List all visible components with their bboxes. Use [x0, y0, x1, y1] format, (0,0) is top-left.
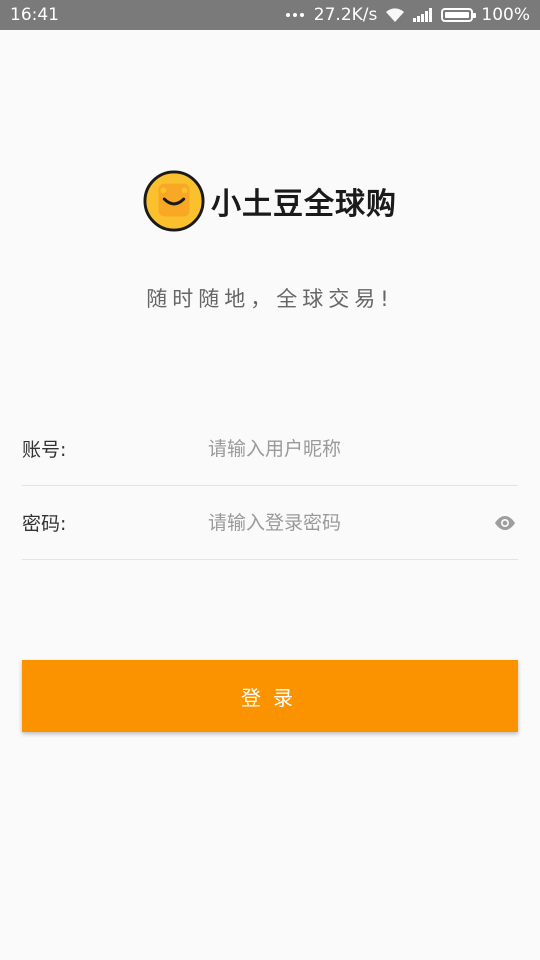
network-speed: 27.2K/s	[313, 5, 378, 25]
login-button[interactable]: 登录	[22, 660, 518, 732]
app-logo-icon	[143, 170, 205, 232]
app-name: 小土豆全球购	[211, 187, 397, 222]
eye-icon[interactable]	[492, 510, 518, 536]
more-notifications-icon	[285, 13, 304, 17]
signal-icon	[413, 8, 433, 22]
account-row: 账号:	[22, 412, 518, 486]
account-input[interactable]	[208, 437, 518, 460]
status-time: 16:41	[10, 5, 59, 25]
password-row: 密码:	[22, 486, 518, 560]
wifi-icon	[386, 8, 405, 22]
battery-level: 100%	[481, 5, 530, 25]
brand-header: 小土豆全球购	[0, 170, 540, 232]
account-label: 账号:	[22, 439, 67, 461]
status-bar: 16:41 27.2K/s 100%	[0, 0, 540, 30]
slogan: 随时随地，全球交易!	[146, 287, 394, 311]
password-label: 密码:	[22, 513, 67, 535]
status-indicators: 27.2K/s 100%	[285, 5, 530, 25]
battery-icon	[441, 8, 477, 22]
password-input[interactable]	[208, 511, 492, 534]
